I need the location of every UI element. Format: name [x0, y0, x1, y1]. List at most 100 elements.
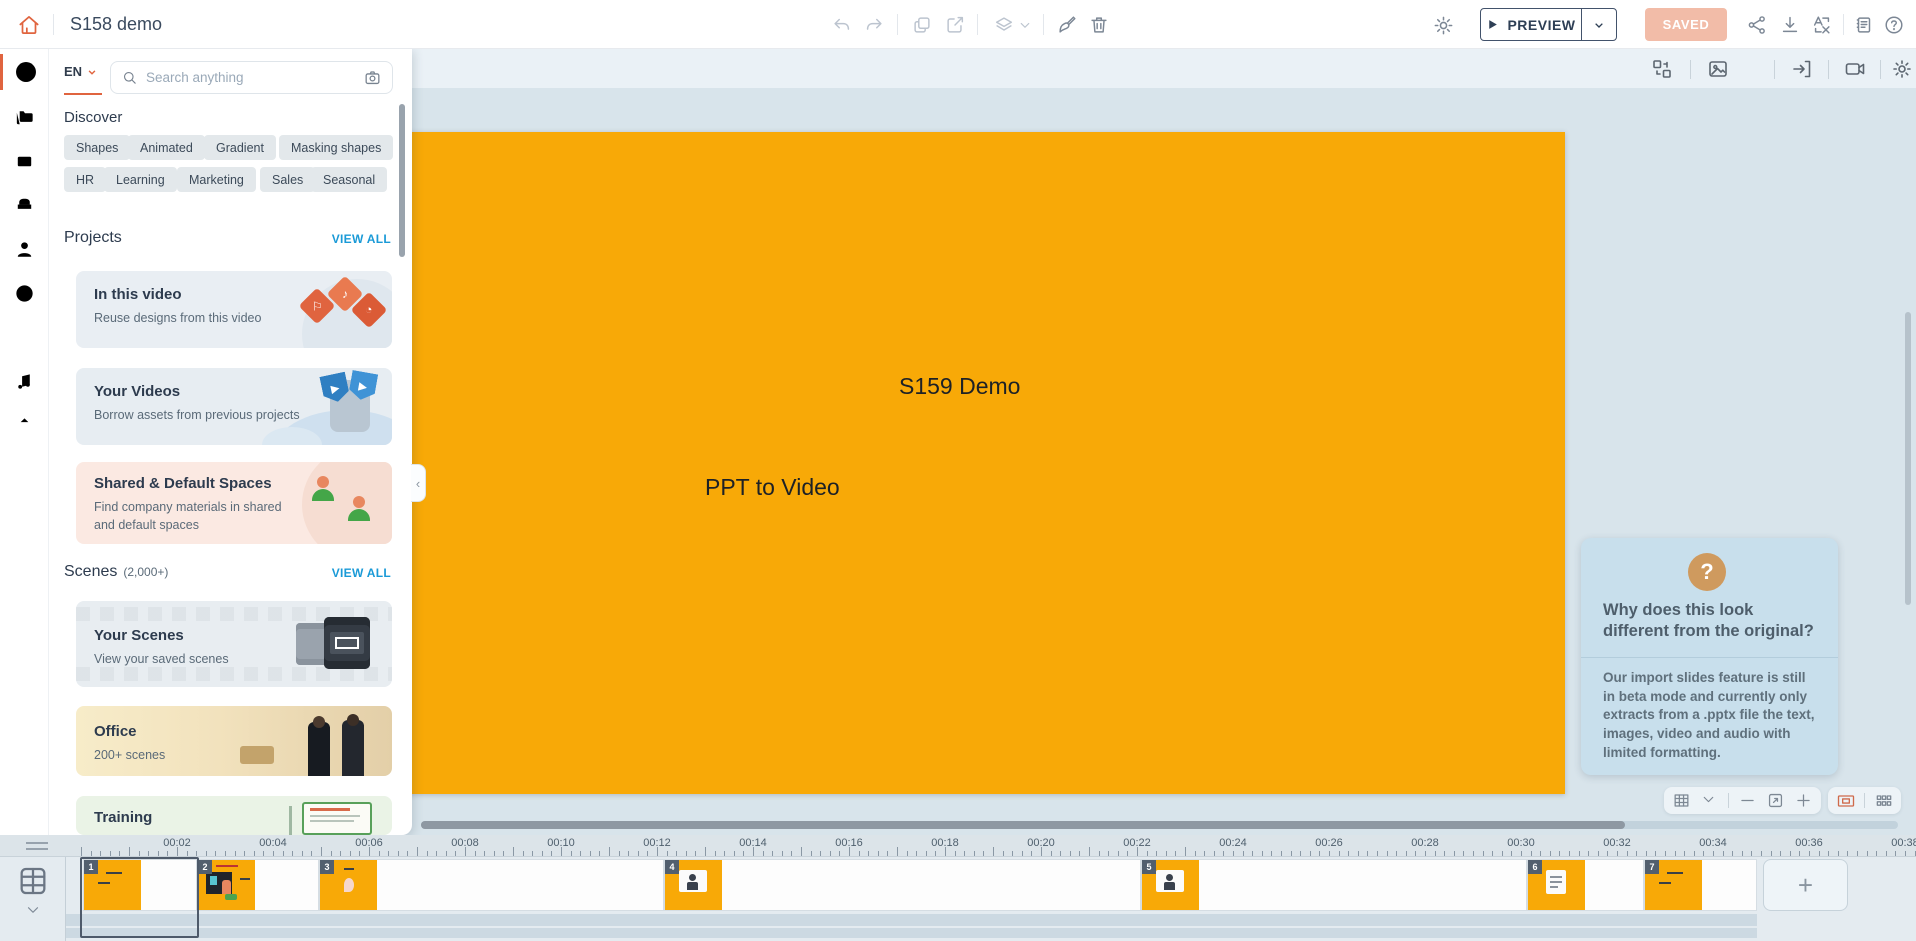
- person-figure: [312, 476, 334, 501]
- slide-subtitle-text[interactable]: PPT to Video: [705, 474, 840, 501]
- card-your-scenes[interactable]: Your Scenes View your saved scenes: [76, 601, 392, 687]
- translate-icon[interactable]: [1811, 14, 1833, 36]
- audio-track-1[interactable]: [66, 914, 1757, 926]
- camera-icon[interactable]: [1843, 57, 1867, 81]
- ruler-tick: [1607, 851, 1608, 856]
- chip-animated[interactable]: Animated: [128, 135, 205, 160]
- fit-to-screen-icon[interactable]: [1766, 791, 1785, 810]
- projects-icon[interactable]: [13, 106, 37, 130]
- zoom-out-icon[interactable]: [1738, 791, 1757, 810]
- share-icon[interactable]: [1746, 14, 1768, 36]
- scene-clip-1[interactable]: 1: [83, 859, 197, 911]
- scenes-icon[interactable]: [13, 150, 37, 174]
- ruler-tick: [1895, 851, 1896, 856]
- horizontal-scrollbar-thumb[interactable]: [421, 821, 1625, 829]
- scene-clip-7[interactable]: 7: [1644, 859, 1757, 911]
- saved-button[interactable]: SAVED: [1645, 8, 1727, 41]
- grid-caret-icon[interactable]: [1700, 791, 1719, 810]
- card-in-this-video[interactable]: ⚐ ♪ ◔ In this video Reuse designs from t…: [76, 271, 392, 348]
- ruler-tick: [599, 851, 600, 856]
- timeline-collapse-caret-icon[interactable]: [24, 901, 42, 919]
- discover-icon[interactable]: [13, 59, 37, 83]
- scene-clip-2[interactable]: 2: [197, 859, 319, 911]
- copy-to-scene-icon[interactable]: [944, 14, 966, 36]
- characters-icon[interactable]: [13, 238, 37, 262]
- panel-scrollbar[interactable]: [399, 104, 405, 257]
- layers-caret-icon[interactable]: [1016, 14, 1038, 36]
- scene-clip-6[interactable]: 6: [1527, 859, 1644, 911]
- chip-seasonal[interactable]: Seasonal: [311, 167, 387, 192]
- card-training[interactable]: Training: [76, 796, 392, 835]
- chip-gradient[interactable]: Gradient: [204, 135, 276, 160]
- chip-marketing[interactable]: Marketing: [177, 167, 256, 192]
- visual-search-camera-icon[interactable]: [363, 68, 382, 87]
- add-scene-button[interactable]: +: [1763, 859, 1848, 911]
- undo-icon[interactable]: [831, 14, 853, 36]
- scenes-view-all-link[interactable]: VIEW ALL: [332, 566, 391, 580]
- preview-caret-icon[interactable]: [1582, 17, 1616, 33]
- scene-clip-5[interactable]: 5: [1141, 859, 1527, 911]
- ruler-tick: [263, 851, 264, 856]
- timeline-ruler[interactable]: 00:0200:0400:0600:0800:1000:1200:1400:16…: [0, 835, 1916, 857]
- search-input[interactable]: [146, 70, 355, 85]
- timeline-view-icon[interactable]: [1836, 791, 1855, 810]
- duplicate-icon[interactable]: [911, 14, 933, 36]
- document-title[interactable]: S158 demo: [70, 14, 162, 35]
- ruler-tick: [1588, 851, 1589, 856]
- ruler-tick: [331, 851, 332, 856]
- horizontal-scrollbar-track[interactable]: [421, 821, 1898, 829]
- slide-title-text[interactable]: S159 Demo: [899, 373, 1020, 400]
- card-office[interactable]: Office 200+ scenes: [76, 706, 392, 776]
- enter-scene-icon[interactable]: [1790, 57, 1814, 81]
- panel-collapse-handle[interactable]: ‹: [411, 464, 426, 502]
- chip-sales[interactable]: Sales: [260, 167, 315, 192]
- search-box[interactable]: [110, 61, 393, 94]
- projects-view-all-link[interactable]: VIEW ALL: [332, 232, 391, 246]
- language-selector[interactable]: EN: [64, 64, 99, 79]
- swap-asset-icon[interactable]: [1650, 57, 1674, 81]
- scene-settings-icon[interactable]: [1890, 57, 1914, 81]
- ruler-tick: [695, 851, 696, 856]
- chip-masking-shapes[interactable]: Masking shapes: [279, 135, 393, 160]
- audio-icon[interactable]: [13, 370, 37, 394]
- download-icon[interactable]: [1779, 14, 1801, 36]
- delete-icon[interactable]: [1088, 14, 1110, 36]
- card-shared-spaces[interactable]: Shared & Default Spaces Find company mat…: [76, 462, 392, 544]
- layers-icon[interactable]: [993, 14, 1015, 36]
- home-icon[interactable]: [16, 12, 42, 38]
- timeline-drag-handle[interactable]: [26, 842, 48, 850]
- video-settings-icon[interactable]: [1432, 14, 1454, 36]
- chip-learning[interactable]: Learning: [104, 167, 177, 192]
- ruler-tick: [1070, 851, 1071, 856]
- redo-icon[interactable]: [863, 14, 885, 36]
- ruler-tick: [820, 851, 821, 856]
- audio-track-2[interactable]: [66, 928, 1757, 938]
- preview-button[interactable]: PREVIEW: [1480, 8, 1617, 41]
- upload-icon[interactable]: [13, 414, 37, 438]
- format-brush-icon[interactable]: [1056, 14, 1078, 36]
- ruler-tick: [321, 847, 322, 856]
- text-icon[interactable]: [13, 326, 37, 350]
- chip-hr[interactable]: HR: [64, 167, 106, 192]
- ruler-time-label: 00:04: [259, 837, 287, 849]
- grid-view-icon[interactable]: [1672, 791, 1691, 810]
- scene-clip-3[interactable]: 3: [319, 859, 664, 911]
- slide-canvas[interactable]: [380, 132, 1565, 794]
- vertical-scrollbar[interactable]: [1905, 312, 1911, 605]
- notes-icon[interactable]: [1853, 14, 1875, 36]
- ruler-tick: [1742, 851, 1743, 856]
- storyboard-grid-icon[interactable]: [1874, 791, 1893, 810]
- divider: [1843, 14, 1844, 35]
- ruler-tick: [772, 851, 773, 856]
- ruler-time-label: 00:36: [1795, 837, 1823, 849]
- storyboard-view-icon[interactable]: [16, 864, 50, 898]
- zoom-in-icon[interactable]: [1794, 791, 1813, 810]
- help-icon[interactable]: [1883, 14, 1905, 36]
- image-icon[interactable]: [1706, 57, 1730, 81]
- scene-clip-4[interactable]: 4: [664, 859, 1141, 911]
- card-your-videos[interactable]: ▶ ▶ Your Videos Borrow assets from previ…: [76, 368, 392, 445]
- chip-shapes[interactable]: Shapes: [64, 135, 130, 160]
- ruler-time-label: 00:32: [1603, 837, 1631, 849]
- charts-icon[interactable]: [13, 282, 37, 306]
- props-icon[interactable]: [13, 194, 37, 218]
